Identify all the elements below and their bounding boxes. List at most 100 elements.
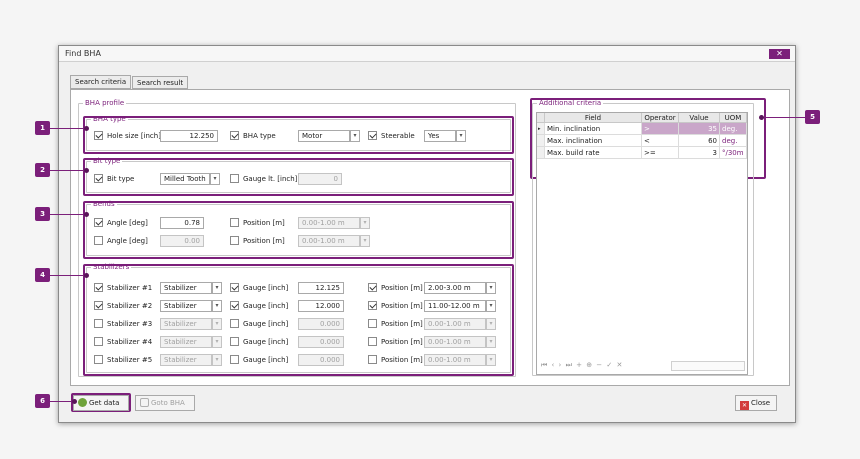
table-cell-operator[interactable]: >= bbox=[642, 147, 679, 159]
stabilizer-5-position-checkbox[interactable] bbox=[368, 355, 377, 364]
chevron-down-icon[interactable]: ▾ bbox=[360, 235, 370, 247]
row-indicator[interactable] bbox=[537, 147, 545, 159]
hole-size-label: Hole size [inch] bbox=[107, 132, 161, 140]
stabilizer-2-type-select[interactable]: Stabilizer bbox=[160, 300, 212, 312]
bend-2-position-checkbox[interactable] bbox=[230, 236, 239, 245]
stabilizer-2-checkbox[interactable] bbox=[94, 301, 103, 310]
hole-size-input[interactable]: 12.250 bbox=[160, 130, 218, 142]
bend-2-angle-checkbox[interactable] bbox=[94, 236, 103, 245]
chevron-down-icon[interactable]: ▾ bbox=[486, 282, 496, 294]
stabilizer-3-type-select[interactable]: Stabilizer bbox=[160, 318, 212, 330]
table-cell-field[interactable]: Max. inclination bbox=[545, 135, 642, 147]
get-data-button[interactable]: Get data bbox=[73, 395, 129, 411]
stabilizer-3-checkbox[interactable] bbox=[94, 319, 103, 328]
stabilizer-1-checkbox[interactable] bbox=[94, 283, 103, 292]
stabilizer-1-position-select[interactable]: 2.00-3.00 m bbox=[424, 282, 486, 294]
table-cell-field[interactable]: Max. build rate bbox=[545, 147, 642, 159]
chevron-down-icon[interactable]: ▾ bbox=[486, 336, 496, 348]
chevron-down-icon[interactable]: ▾ bbox=[486, 300, 496, 312]
stabilizer-4-checkbox[interactable] bbox=[94, 337, 103, 346]
gauge-lt-label: Gauge lt. [inch] bbox=[243, 175, 298, 183]
stabilizer-4-gauge-checkbox[interactable] bbox=[230, 337, 239, 346]
bit-type-select[interactable]: Milled Tooth bbox=[160, 173, 210, 185]
stabilizer-3-position-select[interactable]: 0.00-1.00 m bbox=[424, 318, 486, 330]
stabilizer-1-gauge-input[interactable]: 12.125 bbox=[298, 282, 344, 294]
table-cell-operator[interactable]: > bbox=[642, 123, 679, 135]
column-header-operator[interactable]: Operator bbox=[642, 113, 679, 123]
bend-2-position-select[interactable]: 0.00-1.00 m bbox=[298, 235, 360, 247]
chevron-down-icon[interactable]: ▾ bbox=[456, 130, 466, 142]
callout-dot bbox=[72, 399, 77, 404]
stabilizer-5-position-label: Position [m] bbox=[381, 356, 423, 364]
callout-badge-3: 3 bbox=[35, 207, 50, 221]
stabilizer-5-type-select[interactable]: Stabilizer bbox=[160, 354, 212, 366]
stabilizer-1-type-select[interactable]: Stabilizer bbox=[160, 282, 212, 294]
bend-1-position-select[interactable]: 0.00-1.00 m bbox=[298, 217, 360, 229]
bha-type-checkbox[interactable] bbox=[230, 131, 239, 140]
bend-1-angle-input[interactable]: 0.78 bbox=[160, 217, 204, 229]
bend-1-angle-checkbox[interactable] bbox=[94, 218, 103, 227]
chevron-down-icon[interactable]: ▾ bbox=[360, 217, 370, 229]
row-indicator[interactable]: ▸ bbox=[537, 123, 545, 135]
stabilizer-1-gauge-checkbox[interactable] bbox=[230, 283, 239, 292]
stabilizer-4-type-select[interactable]: Stabilizer bbox=[160, 336, 212, 348]
goto-bha-button[interactable]: Goto BHA bbox=[135, 395, 195, 411]
stabilizer-4-position-select[interactable]: 0.00-1.00 m bbox=[424, 336, 486, 348]
row-indicator[interactable] bbox=[537, 135, 545, 147]
chevron-down-icon[interactable]: ▾ bbox=[486, 354, 496, 366]
table-cell-value[interactable]: 3 bbox=[679, 147, 720, 159]
chevron-down-icon[interactable]: ▾ bbox=[486, 318, 496, 330]
steerable-select[interactable]: Yes bbox=[424, 130, 456, 142]
bit-type-checkbox[interactable] bbox=[94, 174, 103, 183]
stabilizer-3-position-checkbox[interactable] bbox=[368, 319, 377, 328]
chevron-down-icon[interactable]: ▾ bbox=[212, 354, 222, 366]
gauge-lt-input[interactable]: 0 bbox=[298, 173, 342, 185]
criteria-grid[interactable]: Field Operator Value UOM ▸ Min. inclinati… bbox=[536, 112, 748, 375]
stabilizer-2-position-checkbox[interactable] bbox=[368, 301, 377, 310]
table-cell-operator[interactable]: < bbox=[642, 135, 679, 147]
horizontal-scrollbar[interactable] bbox=[671, 361, 745, 371]
table-cell-value[interactable]: 60 bbox=[679, 135, 720, 147]
column-header-field[interactable]: Field bbox=[545, 113, 642, 123]
chevron-down-icon[interactable]: ▾ bbox=[210, 173, 220, 185]
callout-line bbox=[50, 401, 74, 402]
chevron-down-icon[interactable]: ▾ bbox=[350, 130, 360, 142]
tab-search-criteria[interactable]: Search criteria bbox=[70, 75, 132, 89]
stabilizer-5-label: Stabilizer #5 bbox=[107, 356, 153, 364]
stabilizer-4-gauge-input[interactable]: 0.000 bbox=[298, 336, 344, 348]
stabilizer-2-position-select[interactable]: 11.00-12.00 m bbox=[424, 300, 486, 312]
stabilizer-5-position-select[interactable]: 0.00-1.00 m bbox=[424, 354, 486, 366]
hole-size-checkbox[interactable] bbox=[94, 131, 103, 140]
table-cell-value[interactable]: 35 bbox=[679, 123, 720, 135]
column-header-uom[interactable]: UOM bbox=[720, 113, 747, 123]
tab-search-result[interactable]: Search result bbox=[132, 76, 189, 89]
chevron-down-icon[interactable]: ▾ bbox=[212, 318, 222, 330]
stabilizer-3-gauge-input[interactable]: 0.000 bbox=[298, 318, 344, 330]
window-title: Find BHA bbox=[65, 49, 101, 58]
bha-type-select[interactable]: Motor bbox=[298, 130, 350, 142]
column-header-value[interactable]: Value bbox=[679, 113, 720, 123]
table-cell-field[interactable]: Min. inclination bbox=[545, 123, 642, 135]
close-button[interactable]: ✕ Close bbox=[735, 395, 777, 411]
stabilizer-5-gauge-input[interactable]: 0.000 bbox=[298, 354, 344, 366]
stabilizer-4-position-checkbox[interactable] bbox=[368, 337, 377, 346]
chevron-down-icon[interactable]: ▾ bbox=[212, 282, 222, 294]
stabilizer-5-checkbox[interactable] bbox=[94, 355, 103, 364]
bend-2-angle-input[interactable]: 0.00 bbox=[160, 235, 204, 247]
chevron-down-icon[interactable]: ▾ bbox=[212, 300, 222, 312]
table-cell-uom[interactable]: °/30m bbox=[720, 147, 747, 159]
close-icon[interactable]: ✕ bbox=[769, 49, 790, 59]
stabilizer-2-gauge-input[interactable]: 12.000 bbox=[298, 300, 344, 312]
grid-navigator[interactable]: ⏮ ‹ › ⏭ + ⊕ − ✓ ✕ bbox=[541, 361, 623, 370]
table-cell-uom[interactable]: deg. bbox=[720, 123, 747, 135]
steerable-checkbox[interactable] bbox=[368, 131, 377, 140]
bha-type-legend: BHA type bbox=[93, 115, 126, 123]
table-cell-uom[interactable]: deg. bbox=[720, 135, 747, 147]
bend-1-position-checkbox[interactable] bbox=[230, 218, 239, 227]
chevron-down-icon[interactable]: ▾ bbox=[212, 336, 222, 348]
stabilizer-3-gauge-checkbox[interactable] bbox=[230, 319, 239, 328]
stabilizer-5-gauge-checkbox[interactable] bbox=[230, 355, 239, 364]
stabilizer-2-gauge-checkbox[interactable] bbox=[230, 301, 239, 310]
gauge-lt-checkbox[interactable] bbox=[230, 174, 239, 183]
stabilizer-1-position-checkbox[interactable] bbox=[368, 283, 377, 292]
